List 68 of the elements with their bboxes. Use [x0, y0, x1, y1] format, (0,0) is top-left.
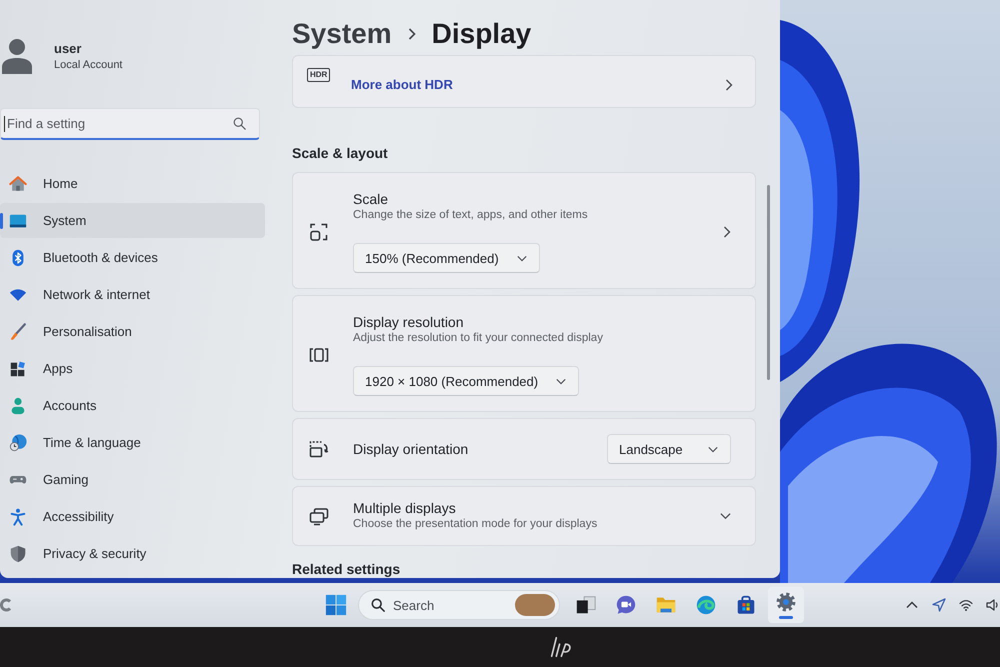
- setting-description: Adjust the resolution to fit your connected display: [353, 331, 603, 346]
- shopping-bag-icon: [735, 594, 757, 616]
- monitor-icon: [9, 212, 27, 230]
- nav-item[interactable]: Network & internet: [0, 277, 265, 312]
- setting-description: Choose the presentation mode for your displays: [353, 517, 598, 532]
- chevron-right-icon: [408, 28, 416, 40]
- apps-grid-icon: [9, 360, 27, 378]
- running-indicator: [779, 616, 793, 619]
- scale-icon: [309, 222, 329, 242]
- overlapping-squares-icon: [575, 594, 597, 616]
- nav-item[interactable]: Bluetooth & devices: [0, 240, 265, 275]
- rotate-screen-icon: [309, 439, 329, 459]
- setting-description: Change the size of text, apps, and other items: [353, 208, 588, 223]
- chevron-right-icon: [723, 226, 731, 238]
- shield-icon: [9, 544, 27, 562]
- nav-item[interactable]: Accounts: [0, 388, 265, 423]
- start-icon[interactable]: [325, 594, 347, 616]
- search-icon: [233, 117, 246, 130]
- avatar-icon: [2, 38, 32, 74]
- setting-card[interactable]: HDR More about HDR: [292, 55, 756, 108]
- chevron-down-icon[interactable]: [720, 512, 731, 520]
- navigation-arrow-icon[interactable]: [932, 598, 946, 612]
- wifi-icon[interactable]: [959, 598, 973, 612]
- setting-title: Display resolution: [353, 314, 464, 331]
- text-cursor: [4, 116, 5, 132]
- nav-item[interactable]: System: [0, 203, 265, 238]
- swirl-icon: [695, 594, 717, 616]
- nav-item[interactable]: Time & language: [0, 425, 265, 460]
- selection-indicator: [0, 212, 3, 228]
- search-icon: [371, 598, 385, 612]
- nav-item[interactable]: Apps: [0, 351, 265, 386]
- search-field[interactable]: Find a setting: [0, 108, 260, 140]
- section-heading: Scale & layout: [292, 144, 389, 162]
- dropdown[interactable]: 150% (Recommended): [353, 243, 540, 273]
- account-type: Local Account: [54, 58, 122, 72]
- paintbrush-icon: [9, 322, 27, 340]
- nav-item[interactable]: Personalisation: [0, 314, 265, 349]
- nav-item[interactable]: Accessibility: [0, 499, 265, 534]
- scrollbar-thumb[interactable]: [767, 185, 770, 380]
- setting-title: Display orientation: [353, 440, 468, 458]
- two-monitors-icon: [309, 506, 329, 526]
- section-heading: Related settings: [292, 560, 402, 578]
- logo-icon: [548, 636, 572, 658]
- accessibility-icon: [9, 508, 27, 526]
- picture-placeholder: [515, 594, 555, 616]
- dropdown[interactable]: Landscape: [607, 434, 731, 464]
- globe-clock-icon: [9, 434, 27, 452]
- setting-title: Scale: [353, 191, 388, 208]
- dropdown[interactable]: 1920 × 1080 (Recommended): [353, 366, 580, 396]
- breadcrumb-item[interactable]: System: [292, 18, 392, 50]
- hdr-link[interactable]: More about HDR: [351, 77, 453, 92]
- speaker-icon[interactable]: [986, 598, 1000, 612]
- home-icon: [9, 174, 27, 192]
- chevron-down-icon: [556, 378, 566, 384]
- ring-icon[interactable]: [0, 598, 12, 612]
- chevron-down-icon: [516, 254, 527, 262]
- person-icon: [9, 396, 27, 414]
- chevron-right-icon: [725, 78, 733, 90]
- breadcrumb-item: Display: [432, 18, 532, 50]
- nav-item[interactable]: Privacy & security: [0, 536, 265, 571]
- chevron-down-icon: [708, 446, 718, 452]
- user-name: user: [54, 40, 82, 56]
- hdr-icon: HDR: [307, 68, 330, 82]
- settings-icon: [775, 591, 797, 613]
- setting-title: Multiple displays: [353, 500, 456, 517]
- video-chat-icon: [615, 594, 637, 616]
- nav-item[interactable]: Home: [0, 166, 265, 201]
- nav-item[interactable]: Gaming: [0, 462, 265, 497]
